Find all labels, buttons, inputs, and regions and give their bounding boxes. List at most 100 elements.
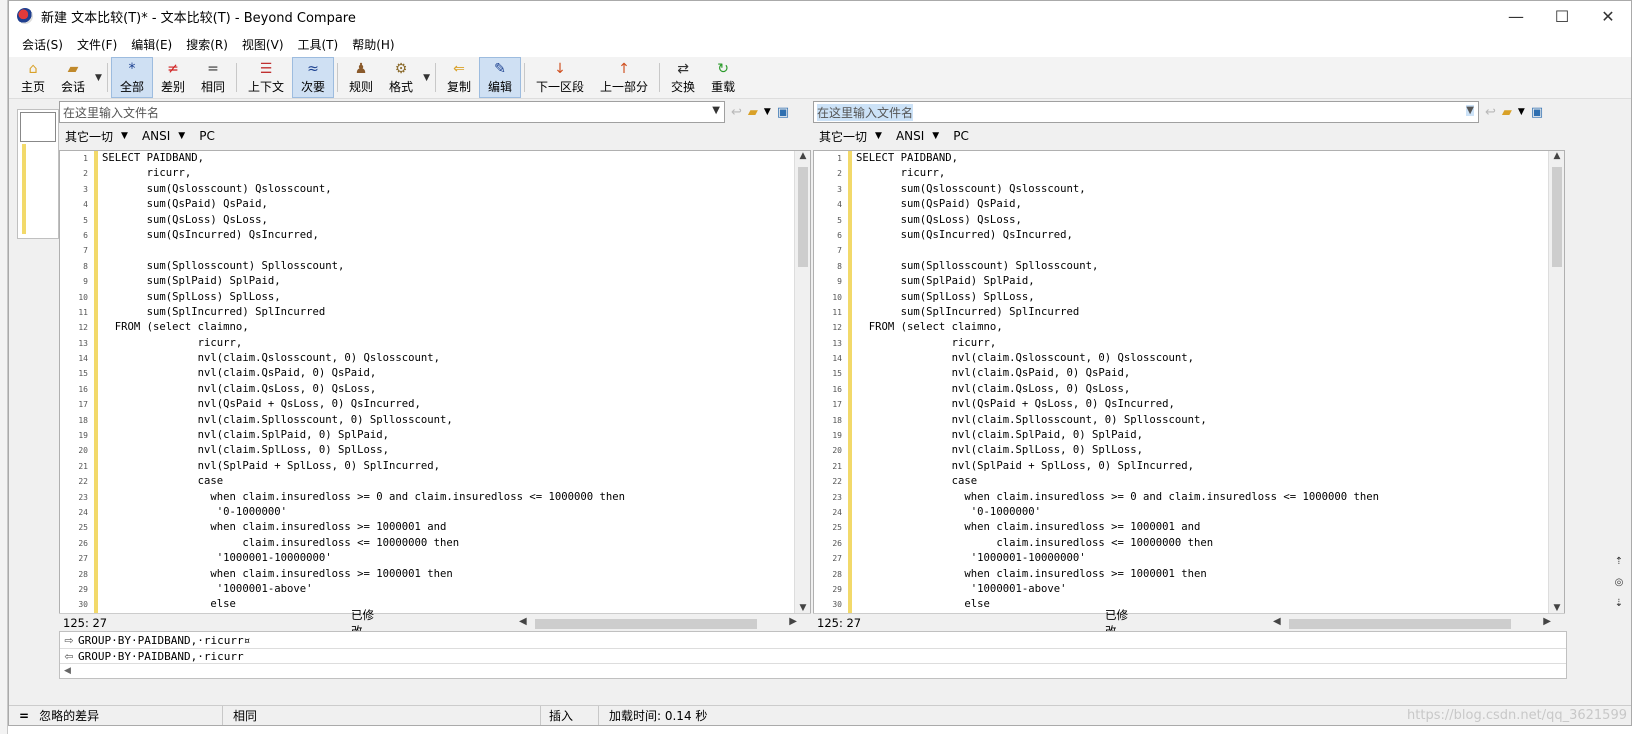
code-line[interactable]: 7 (814, 243, 1564, 258)
code-line[interactable]: 4 sum(QsPaid) QsPaid, (60, 197, 810, 212)
code-line[interactable]: 19 nvl(claim.SplPaid, 0) SplPaid, (814, 428, 1564, 443)
left-vertical-scrollbar[interactable]: ▲ ▼ (794, 151, 810, 613)
right-path-input[interactable]: 在这里输入文件名 ▼ (813, 101, 1479, 123)
open-folder-icon[interactable]: ▰ (748, 105, 758, 120)
code-line[interactable]: 3 sum(Qslosscount) Qslosscount, (60, 182, 810, 197)
left-code-lines[interactable]: 1 SELECT PAIDBAND, 2 ricurr, 3 sum(Qslossco… (60, 151, 810, 613)
code-line[interactable]: 19 nvl(claim.SplPaid, 0) SplPaid, (60, 428, 810, 443)
code-line[interactable]: 13 ricurr, (60, 336, 810, 351)
scroll-thumb[interactable] (1552, 167, 1562, 267)
code-line[interactable]: 16 nvl(claim.QsLoss, 0) QsLoss, (60, 382, 810, 397)
chevron-down-icon[interactable]: ▼ (421, 57, 432, 98)
code-line[interactable]: 22 case (814, 474, 1564, 489)
history-icon[interactable]: ↩ (1485, 105, 1496, 120)
code-line[interactable]: 28 when claim.insuredloss >= 1000001 the… (60, 567, 810, 582)
ignored-diff-status[interactable]: = 忽略的差异 (9, 705, 223, 725)
chevron-down-icon[interactable]: ▼ (1518, 107, 1525, 117)
code-line[interactable]: 24 '0-1000000' (814, 505, 1564, 520)
code-line[interactable]: 9 sum(SplPaid) SplPaid, (60, 274, 810, 289)
scroll-thumb[interactable] (1289, 619, 1511, 629)
format-dropdown[interactable]: 其它一切 ▼ (819, 128, 882, 145)
scroll-down-icon[interactable]: ▼ (1549, 603, 1564, 613)
code-line[interactable]: 27 '1000001-10000000' (60, 551, 810, 566)
scroll-thumb[interactable] (535, 619, 757, 629)
toolbar-button-context[interactable]: ☰ 上下文 (240, 57, 292, 98)
code-line[interactable]: 13 ricurr, (814, 336, 1564, 351)
chevron-down-icon[interactable]: ▼ (712, 105, 720, 116)
minimize-button[interactable]: — (1493, 1, 1539, 31)
scroll-down-icon[interactable]: ▼ (795, 603, 810, 613)
history-icon[interactable]: ↩ (731, 105, 742, 120)
scroll-left-icon[interactable]: ◀ (1273, 616, 1281, 627)
code-line[interactable]: 6 sum(QsIncurred) QsIncurred, (60, 228, 810, 243)
code-line[interactable]: 15 nvl(claim.QsPaid, 0) QsPaid, (60, 366, 810, 381)
code-line[interactable]: 28 when claim.insuredloss >= 1000001 the… (814, 567, 1564, 582)
code-line[interactable]: 26 claim.insuredloss <= 10000000 then (814, 536, 1564, 551)
right-code-lines[interactable]: 1 SELECT PAIDBAND, 2 ricurr, 3 sum(Qslossco… (814, 151, 1564, 613)
right-vertical-scrollbar[interactable]: ▲ ▼ (1548, 151, 1564, 613)
code-line[interactable]: 9 sum(SplPaid) SplPaid, (814, 274, 1564, 289)
scroll-thumb[interactable] (798, 167, 808, 267)
format-dropdown[interactable]: 其它一切 ▼ (65, 128, 128, 145)
code-line[interactable]: 17 nvl(QsPaid + QsLoss, 0) QsIncurred, (60, 397, 810, 412)
code-line[interactable]: 12 FROM (select claimno, (60, 320, 810, 335)
scroll-up-icon[interactable]: ▲ (1549, 151, 1564, 161)
line-ending-label[interactable]: PC (199, 129, 215, 143)
toolbar-button-same[interactable]: = 相同 (193, 57, 233, 98)
code-line[interactable]: 22 case (60, 474, 810, 489)
scroll-right-icon[interactable]: ▶ (789, 616, 797, 627)
chevron-down-icon[interactable]: ▼ (93, 57, 104, 98)
right-horizontal-scrollbar[interactable]: ◀ ▶ (1273, 616, 1551, 630)
save-icon[interactable]: ▣ (1531, 105, 1543, 120)
code-line[interactable]: 21 nvl(SplPaid + SplLoss, 0) SplIncurred… (60, 459, 810, 474)
line-compare-right[interactable]: ⇦ GROUP·BY·PAIDBAND,·ricurr (60, 648, 1566, 664)
code-line[interactable]: 8 sum(Spllosscount) Spllosscount, (60, 259, 810, 274)
code-line[interactable]: 20 nvl(claim.SplLoss, 0) SplLoss, (814, 443, 1564, 458)
code-line[interactable]: 11 sum(SplIncurred) SplIncurred (814, 305, 1564, 320)
toolbar-button-swap[interactable]: ⇄ 交换 (663, 57, 703, 98)
line-compare-left[interactable]: ⇨ GROUP·BY·PAIDBAND,·ricurr¤ (60, 632, 1566, 648)
right-editor[interactable]: 1 SELECT PAIDBAND, 2 ricurr, 3 sum(Qslossco… (813, 150, 1565, 614)
code-line[interactable]: 23 when claim.insuredloss >= 0 and claim… (814, 490, 1564, 505)
code-line[interactable]: 17 nvl(QsPaid + QsLoss, 0) QsIncurred, (814, 397, 1564, 412)
toolbar-button-home[interactable]: ⌂ 主页 (13, 57, 53, 98)
chevron-down-icon[interactable]: ▼ (1466, 105, 1474, 116)
code-line[interactable]: 15 nvl(claim.QsPaid, 0) QsPaid, (814, 366, 1564, 381)
code-line[interactable]: 29 '1000001-above' (814, 582, 1564, 597)
code-line[interactable]: 7 (60, 243, 810, 258)
encoding-dropdown[interactable]: ANSI ▼ (142, 129, 185, 143)
toolbar-button-prev-section[interactable]: ↑ 上一部分 (592, 57, 656, 98)
toolbar-button-next-section[interactable]: ↓ 下一区段 (528, 57, 592, 98)
scroll-right-icon[interactable]: ▶ (1543, 616, 1551, 627)
toolbar-button-session[interactable]: ▰ 会话 (53, 57, 93, 98)
open-folder-icon[interactable]: ▰ (1502, 105, 1512, 120)
code-line[interactable]: 26 claim.insuredloss <= 10000000 then (60, 536, 810, 551)
code-line[interactable]: 24 '0-1000000' (60, 505, 810, 520)
encoding-dropdown[interactable]: ANSI ▼ (896, 129, 939, 143)
last-diff-icon[interactable]: ⇣ (1615, 598, 1623, 609)
menu-session[interactable]: 会话(S) (15, 36, 70, 53)
diff-overview-thumbnail[interactable] (17, 109, 59, 239)
code-line[interactable]: 30 else (60, 597, 810, 612)
code-line[interactable]: 5 sum(QsLoss) QsLoss, (814, 213, 1564, 228)
chevron-down-icon[interactable]: ▼ (764, 107, 771, 117)
toolbar-button-all[interactable]: * 全部 (110, 57, 153, 98)
maximize-button[interactable]: ☐ (1539, 1, 1585, 31)
code-line[interactable]: 18 nvl(claim.Spllosscount, 0) Spllosscou… (60, 413, 810, 428)
save-icon[interactable]: ▣ (777, 105, 789, 120)
code-line[interactable]: 16 nvl(claim.QsLoss, 0) QsLoss, (814, 382, 1564, 397)
code-line[interactable]: 25 when claim.insuredloss >= 1000001 and (814, 520, 1564, 535)
code-line[interactable]: 29 '1000001-above' (60, 582, 810, 597)
code-line[interactable]: 6 sum(QsIncurred) QsIncurred, (814, 228, 1564, 243)
code-line[interactable]: 23 when claim.insuredloss >= 0 and claim… (60, 490, 810, 505)
code-line[interactable]: 10 sum(SplLoss) SplLoss, (814, 290, 1564, 305)
line-ending-label[interactable]: PC (953, 129, 969, 143)
close-button[interactable]: ✕ (1585, 1, 1631, 31)
toolbar-button-minor[interactable]: ≈ 次要 (292, 57, 335, 98)
left-horizontal-scrollbar[interactable]: ◀ ▶ (519, 616, 797, 630)
code-line[interactable]: 2 ricurr, (60, 166, 810, 181)
line-compare-scrollbar[interactable]: ◀ (60, 664, 1566, 678)
toolbar-button-format[interactable]: ⚙ 格式 (381, 57, 421, 98)
code-line[interactable]: 2 ricurr, (814, 166, 1564, 181)
left-path-input[interactable]: 在这里输入文件名 ▼ (59, 101, 725, 123)
